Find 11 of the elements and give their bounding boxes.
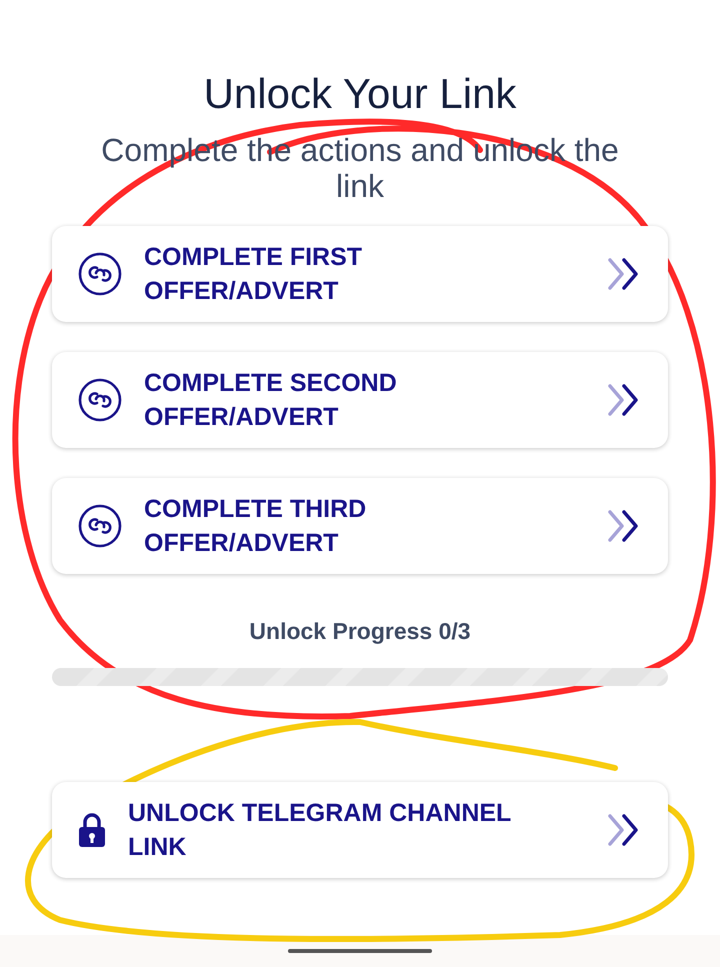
progress-label: Unlock Progress 0/3 xyxy=(249,618,471,645)
action-card[interactable]: COMPLETE SECOND OFFER/ADVERT xyxy=(52,352,668,448)
link-circle-icon xyxy=(78,378,122,422)
action-card[interactable]: COMPLETE FIRST OFFER/ADVERT xyxy=(52,226,668,322)
action-card[interactable]: COMPLETE THIRD OFFER/ADVERT xyxy=(52,478,668,574)
action-card[interactable]: UNLOCK TELEGRAM CHANNEL LINK xyxy=(52,782,668,878)
home-handle[interactable] xyxy=(288,949,432,953)
link-circle-icon xyxy=(78,252,122,296)
link-circle-icon xyxy=(78,504,122,548)
lock-icon xyxy=(78,812,106,848)
page-title: Unlock Your Link xyxy=(204,70,516,118)
